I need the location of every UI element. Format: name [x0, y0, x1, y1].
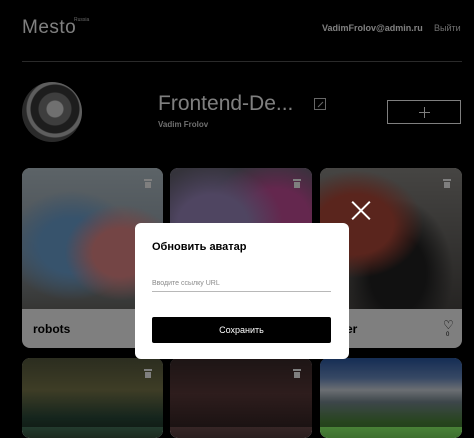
modal-overlay[interactable]	[0, 0, 474, 427]
popup-title: Обновить аватар	[152, 241, 247, 253]
close-icon[interactable]	[351, 201, 370, 220]
avatar-url-input[interactable]	[152, 275, 331, 292]
update-avatar-popup: Обновить аватар Сохранить	[135, 223, 349, 359]
save-button[interactable]: Сохранить	[152, 317, 331, 343]
